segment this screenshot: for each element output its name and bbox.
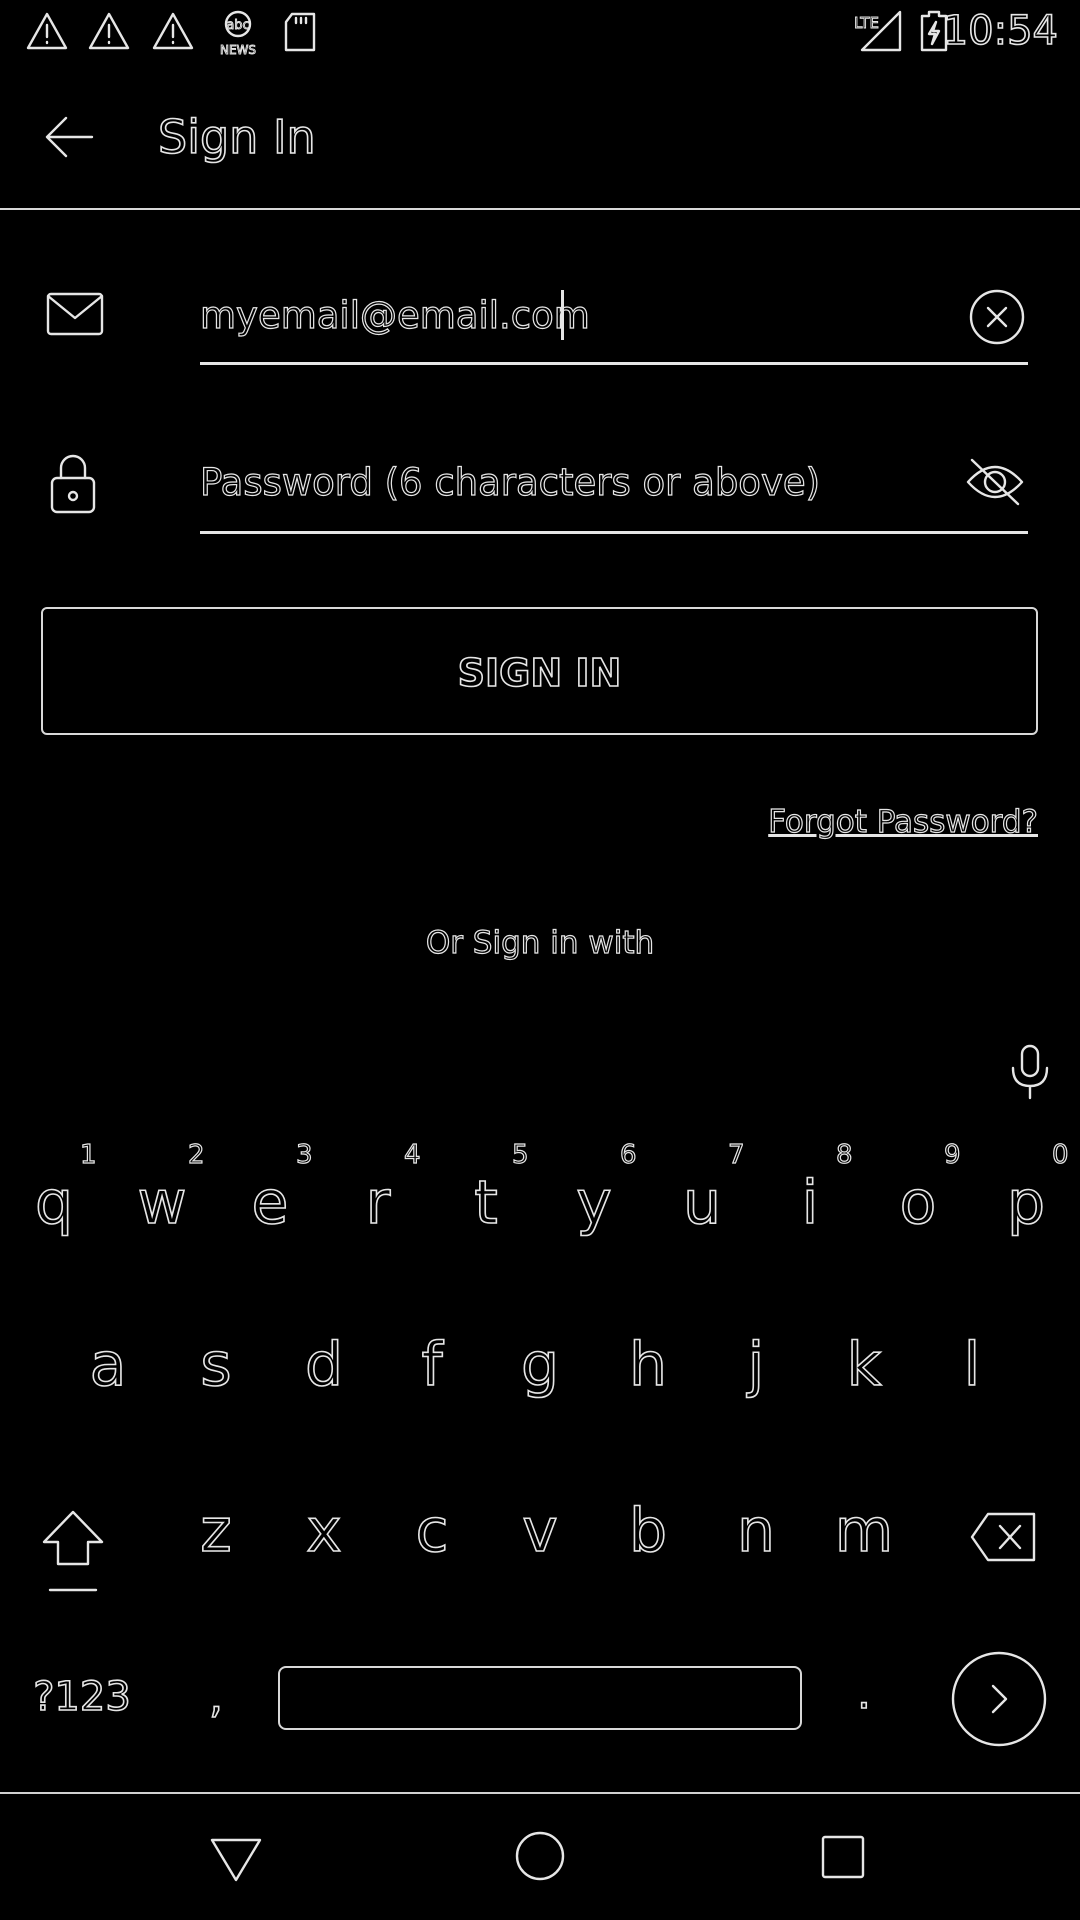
key-m[interactable]: m	[824, 1495, 904, 1567]
key-q[interactable]: 1q	[14, 1139, 97, 1238]
lock-icon	[50, 454, 96, 514]
comma-key[interactable]: ,	[196, 1671, 236, 1724]
key-b[interactable]: b	[608, 1495, 688, 1567]
key-j[interactable]: j	[716, 1329, 796, 1401]
keyboard-row-3: z x c v b n m	[0, 1495, 1080, 1616]
keyboard-row-4: ?123 , .	[0, 1650, 1080, 1760]
key-p[interactable]: 0p	[986, 1139, 1069, 1238]
warning-icon	[26, 12, 68, 50]
key-c[interactable]: c	[392, 1495, 472, 1567]
forgot-password-link[interactable]: Forgot Password?	[768, 803, 1039, 840]
email-field[interactable]: myemail@email.com	[199, 293, 590, 337]
sign-in-button[interactable]: SIGN IN	[41, 607, 1038, 735]
keyboard-row-1: 1q 2w 3e 4r 5t 6y 7u 8i 9o 0p	[0, 1139, 1080, 1270]
arrow-left-icon[interactable]	[40, 112, 100, 162]
key-d[interactable]: d	[284, 1329, 364, 1401]
key-a[interactable]: a	[68, 1329, 148, 1401]
svg-text:abc: abc	[226, 18, 249, 33]
circle-home-icon[interactable]	[514, 1830, 566, 1882]
key-z[interactable]: z	[176, 1495, 256, 1567]
key-h[interactable]: h	[608, 1329, 688, 1401]
password-field[interactable]: Password (6 characters or above)	[199, 460, 820, 504]
period-key[interactable]: .	[844, 1667, 884, 1720]
mail-icon	[46, 292, 104, 336]
key-y[interactable]: 6y	[554, 1139, 637, 1238]
app-bar: Sign In	[0, 64, 1080, 210]
square-recents-icon[interactable]	[820, 1834, 866, 1880]
email-underline	[200, 362, 1028, 365]
or-sign-in-with-label: Or Sign in with	[425, 924, 655, 961]
key-o[interactable]: 9o	[878, 1139, 961, 1238]
key-r[interactable]: 4r	[338, 1139, 421, 1238]
symbols-key[interactable]: ?123	[22, 1673, 142, 1721]
clear-circle-icon[interactable]	[968, 288, 1026, 346]
warning-icon	[152, 12, 194, 50]
key-v[interactable]: v	[500, 1495, 580, 1567]
sd-card-icon	[284, 12, 316, 52]
sign-in-label: SIGN IN	[457, 650, 622, 696]
key-u[interactable]: 7u	[662, 1139, 745, 1238]
key-e[interactable]: 3e	[230, 1139, 313, 1238]
key-l[interactable]: l	[932, 1329, 1012, 1401]
go-arrow-icon[interactable]	[950, 1650, 1048, 1748]
shift-icon[interactable]	[40, 1508, 106, 1594]
status-bar: abc NEWS LTE 10:54	[0, 0, 1080, 64]
lte-signal-icon: LTE	[854, 10, 902, 52]
password-underline	[200, 531, 1028, 534]
key-t[interactable]: 5t	[446, 1139, 529, 1238]
key-i[interactable]: 8i	[770, 1139, 853, 1238]
page-title: Sign In	[157, 109, 316, 165]
triangle-back-icon[interactable]	[210, 1836, 262, 1884]
svg-text:NEWS: NEWS	[220, 43, 256, 57]
key-s[interactable]: s	[176, 1329, 256, 1401]
keyboard-row-2: a s d f g h j k l	[0, 1329, 1080, 1440]
abc-news-icon: abc NEWS	[220, 10, 256, 57]
key-g[interactable]: g	[500, 1329, 580, 1401]
key-w[interactable]: 2w	[122, 1139, 205, 1238]
navigation-bar	[0, 1792, 1080, 1920]
text-cursor	[561, 290, 564, 340]
space-bar[interactable]	[278, 1666, 802, 1730]
backspace-icon[interactable]	[970, 1512, 1038, 1564]
key-x[interactable]: x	[284, 1495, 364, 1567]
key-f[interactable]: f	[392, 1329, 472, 1401]
key-k[interactable]: k	[824, 1329, 904, 1401]
warning-icon	[88, 12, 130, 50]
key-n[interactable]: n	[716, 1495, 796, 1567]
microphone-icon[interactable]	[1008, 1044, 1052, 1100]
svg-text:LTE: LTE	[854, 14, 879, 32]
eye-off-icon[interactable]	[964, 456, 1026, 508]
status-time: 10:54	[942, 7, 1059, 55]
